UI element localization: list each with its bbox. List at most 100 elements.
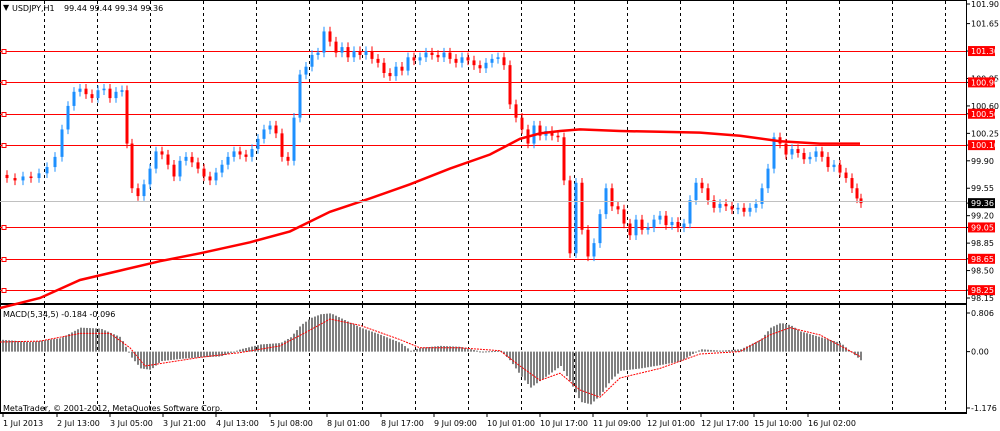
macd-bar [356, 325, 358, 352]
candle-body [84, 88, 88, 95]
candle-body [586, 229, 590, 257]
time-tick-label: 10 Jul 17:00 [540, 419, 588, 428]
macd-bar [56, 338, 58, 352]
macd-tick-label: 0.00 [971, 348, 989, 357]
candle-body [196, 162, 200, 169]
macd-bar [374, 332, 376, 352]
macd-bar [302, 323, 304, 352]
macd-bar [824, 338, 826, 352]
macd-bar [221, 351, 223, 357]
price-tag-label: 100.90 [971, 78, 999, 87]
macd-bar [20, 341, 22, 352]
macd-bar [818, 336, 820, 352]
candle-body [394, 66, 398, 77]
macd-bar [344, 319, 346, 352]
candle-body [214, 172, 218, 181]
macd-bar [47, 339, 49, 352]
macd-bar [170, 351, 172, 361]
macd-bar [83, 327, 85, 352]
candle-body [376, 58, 380, 63]
macd-bar [92, 328, 94, 352]
price-tag-label: 99.36 [971, 199, 994, 208]
macd-bar [311, 317, 313, 352]
candle-body [154, 151, 158, 169]
macd-bar [809, 334, 811, 352]
candle-body [250, 149, 254, 157]
macd-bar [176, 351, 178, 360]
candle-body [652, 219, 656, 228]
macd-bar [530, 351, 532, 388]
time-axis: 1 Jul 2013 2 Jul 13:00 3 Jul 05:00 3 Jul 21… [2, 413, 856, 428]
candle-body [808, 156, 812, 160]
candle-body [598, 214, 602, 244]
macd-bar [287, 338, 289, 352]
macd-bar [407, 348, 409, 352]
macd-bar [278, 343, 280, 352]
time-tick-label: 15 Jul 10:00 [754, 419, 802, 428]
candle-body [142, 184, 146, 197]
macd-bar [80, 327, 82, 352]
macd-bar [539, 351, 541, 382]
macd-bar [668, 351, 670, 364]
macd-bar [44, 340, 46, 352]
time-tick-label: 3 Jul 21:00 [163, 419, 206, 428]
candle-body [5, 174, 9, 179]
macd-bar [347, 321, 349, 352]
macd-bar [674, 351, 676, 363]
candle-body [96, 90, 100, 99]
macd-bar [734, 349, 736, 352]
candle-body [826, 156, 830, 168]
candle-body [676, 221, 680, 228]
candle-body [844, 172, 848, 179]
candle-body [382, 62, 386, 73]
candle-body [340, 47, 344, 53]
macd-bar [635, 351, 637, 370]
macd-bar [698, 350, 700, 352]
macd-bar [821, 337, 823, 352]
macd-bar [614, 351, 616, 377]
macd-bar [767, 331, 769, 352]
macd-bar [101, 329, 103, 352]
macd-bar [194, 351, 196, 358]
candle-body [108, 88, 112, 99]
macd-bar [605, 351, 607, 388]
candle-body [580, 182, 584, 230]
candle-body [184, 156, 188, 161]
macd-bar [158, 351, 160, 363]
candle-body [646, 227, 650, 230]
macd-bar [812, 334, 814, 352]
macd-bar [392, 339, 394, 352]
price-tag-label: 100.10 [971, 141, 999, 150]
macd-bar [35, 341, 37, 352]
macd-bar [641, 351, 643, 369]
macd-bar [215, 351, 217, 357]
macd-bar [713, 350, 715, 352]
macd-bar [263, 344, 265, 352]
macd-bar [89, 328, 91, 352]
candle-body [45, 167, 49, 174]
candle-body [766, 168, 770, 189]
candle-body [114, 91, 118, 99]
macd-bar [218, 351, 220, 357]
macd-bar [68, 333, 70, 352]
macd-bar [515, 351, 517, 369]
macd-bar [773, 326, 775, 352]
chart-menu-icon[interactable]: ▼ [3, 3, 10, 12]
macd-bar [491, 351, 493, 353]
candle-body [682, 223, 686, 228]
candle-body [130, 143, 134, 189]
macd-panel-frame [0, 304, 967, 413]
candle-body [640, 219, 644, 230]
macd-bar [527, 351, 529, 384]
macd-bar [587, 351, 589, 404]
macd-bar [611, 351, 613, 380]
macd-bar [23, 341, 25, 352]
candle-body [322, 31, 326, 53]
macd-bar [386, 337, 388, 352]
candle-body [172, 164, 176, 177]
candle-body [160, 151, 164, 155]
candle-body [13, 178, 17, 181]
candle-body [574, 182, 578, 254]
macd-bar [275, 343, 277, 352]
macd-bar [443, 346, 445, 352]
